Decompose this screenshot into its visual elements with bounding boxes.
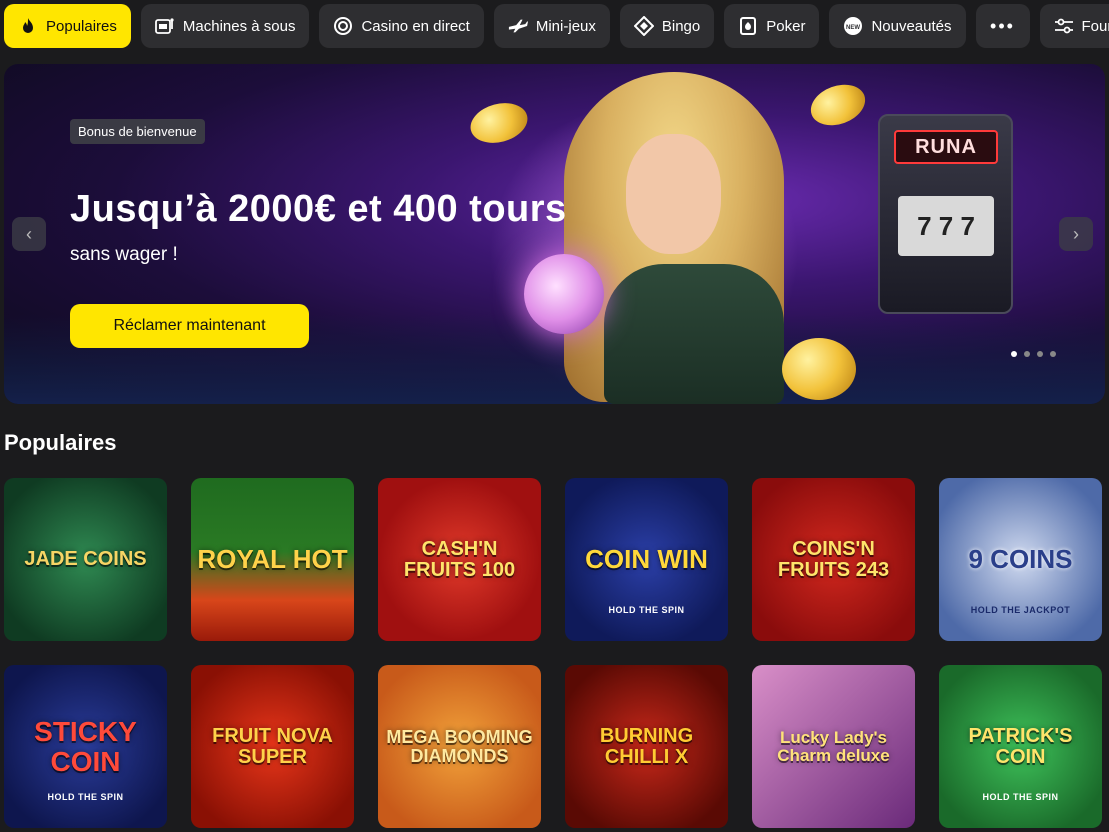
gold-coin-illustration xyxy=(805,77,871,133)
diamond-icon xyxy=(633,16,654,36)
more-button[interactable]: ••• xyxy=(975,4,1030,48)
nav-item-mini-games[interactable]: Mini-jeux xyxy=(493,4,610,48)
banner-next-button[interactable]: › xyxy=(1059,217,1093,251)
promo-banner[interactable]: RUNA 7 7 7 Bonus de bienvenue Jusqu’à 20… xyxy=(4,64,1105,404)
game-title: Sticky Coin xyxy=(34,716,137,777)
slot-reels: 7 7 7 xyxy=(898,196,994,256)
game-title: Jade Coins xyxy=(24,548,147,570)
game-tile[interactable]: Fruit Nova Super xyxy=(191,665,354,828)
game-tile[interactable]: Mega Booming Diamonds xyxy=(378,665,541,828)
claim-now-button[interactable]: Réclamer maintenant xyxy=(70,304,309,348)
magic-orb-illustration xyxy=(524,254,604,334)
nav-item-live-casino[interactable]: Casino en direct xyxy=(319,4,484,48)
nav-item-providers[interactable]: Fournisseurs xyxy=(1039,4,1109,48)
banner-headline: Jusqu’à 2000€ et 400 tours xyxy=(70,188,567,230)
nav-label: Poker xyxy=(766,17,806,35)
sliders-icon xyxy=(1054,16,1074,36)
game-tile[interactable]: Sticky Coin HOLD THE SPIN xyxy=(4,665,167,828)
character-body xyxy=(604,264,784,404)
nav-label: Machines à sous xyxy=(182,17,296,35)
category-nav: Populaires Machines à sous Casino en dir… xyxy=(4,4,1109,48)
flame-icon xyxy=(18,16,38,36)
nav-label: Populaires xyxy=(46,17,117,35)
nav-item-new[interactable]: NEW Nouveautés xyxy=(829,4,966,48)
game-subtitle: HOLD THE SPIN xyxy=(608,605,685,615)
more-icon: ••• xyxy=(990,15,1015,36)
welcome-bonus-badge: Bonus de bienvenue xyxy=(70,119,205,144)
game-title: Royal Hot xyxy=(197,543,348,574)
carousel-dots xyxy=(1011,351,1056,357)
nav-item-poker[interactable]: Poker xyxy=(724,4,820,48)
chevron-left-icon: ‹ xyxy=(26,223,32,244)
section-title: Populaires xyxy=(4,430,117,455)
slot-machine-icon xyxy=(154,16,175,36)
game-tile[interactable]: Coins'n Fruits 243 xyxy=(752,478,915,641)
game-tile[interactable]: Cash'n Fruits 100 xyxy=(378,478,541,641)
game-tile[interactable]: Jade Coins xyxy=(4,478,167,641)
banner-subline: sans wager ! xyxy=(70,244,178,265)
game-title: Mega Booming Diamonds xyxy=(386,726,533,766)
game-subtitle: HOLD THE SPIN xyxy=(982,792,1059,802)
game-tile[interactable]: Royal Hot xyxy=(191,478,354,641)
carousel-dot[interactable] xyxy=(1011,351,1017,357)
nav-item-bingo[interactable]: Bingo xyxy=(619,4,715,48)
nav-label: Fournisseurs xyxy=(1081,17,1109,35)
nav-item-popular[interactable]: Populaires xyxy=(4,4,131,48)
nav-label: Casino en direct xyxy=(361,17,470,35)
nav-label: Nouveautés xyxy=(871,17,952,35)
nav-item-slots[interactable]: Machines à sous xyxy=(140,4,310,48)
game-tile[interactable]: Coin Win HOLD THE SPIN xyxy=(565,478,728,641)
game-subtitle: HOLD THE SPIN xyxy=(47,792,124,802)
nav-label: Mini-jeux xyxy=(535,17,596,35)
chevron-right-icon: › xyxy=(1073,223,1079,244)
game-title: Cash'n Fruits 100 xyxy=(403,537,516,581)
svg-text:NEW: NEW xyxy=(846,25,860,31)
game-grid: Jade Coins Royal Hot Cash'n Fruits 100 C… xyxy=(4,478,1105,828)
game-tile[interactable]: Patrick's Coin HOLD THE SPIN xyxy=(939,665,1102,828)
game-title: Coin Win xyxy=(585,543,708,574)
card-icon xyxy=(738,16,758,36)
game-subtitle: HOLD THE JACKPOT xyxy=(970,605,1071,615)
banner-prev-button[interactable]: ‹ xyxy=(12,217,46,251)
character-face xyxy=(626,134,721,254)
carousel-dot[interactable] xyxy=(1024,351,1030,357)
game-tile[interactable]: 9 Coins HOLD THE JACKPOT xyxy=(939,478,1102,641)
gold-coin-illustration xyxy=(782,338,856,400)
slot-sign: RUNA xyxy=(894,130,998,164)
game-title: Burning Chilli X xyxy=(599,724,694,768)
game-title: Patrick's Coin xyxy=(968,724,1073,768)
casino-page: Populaires Machines à sous Casino en dir… xyxy=(0,0,1109,832)
game-title: Lucky Lady's Charm deluxe xyxy=(777,727,890,765)
game-title: Coins'n Fruits 243 xyxy=(777,537,890,581)
slot-machine-illustration: RUNA 7 7 7 xyxy=(878,114,1013,314)
game-title: Fruit Nova Super xyxy=(212,724,333,768)
gold-coin-illustration xyxy=(466,97,532,149)
carousel-dot[interactable] xyxy=(1050,351,1056,357)
chip-icon xyxy=(333,16,353,36)
plane-icon xyxy=(508,16,528,36)
nav-label: Bingo xyxy=(661,17,701,35)
game-title: 9 Coins xyxy=(968,543,1073,574)
carousel-dot[interactable] xyxy=(1037,351,1043,357)
game-tile[interactable]: Burning Chilli X xyxy=(565,665,728,828)
game-tile[interactable]: Lucky Lady's Charm deluxe xyxy=(752,665,915,828)
new-badge-icon: NEW xyxy=(843,16,863,36)
